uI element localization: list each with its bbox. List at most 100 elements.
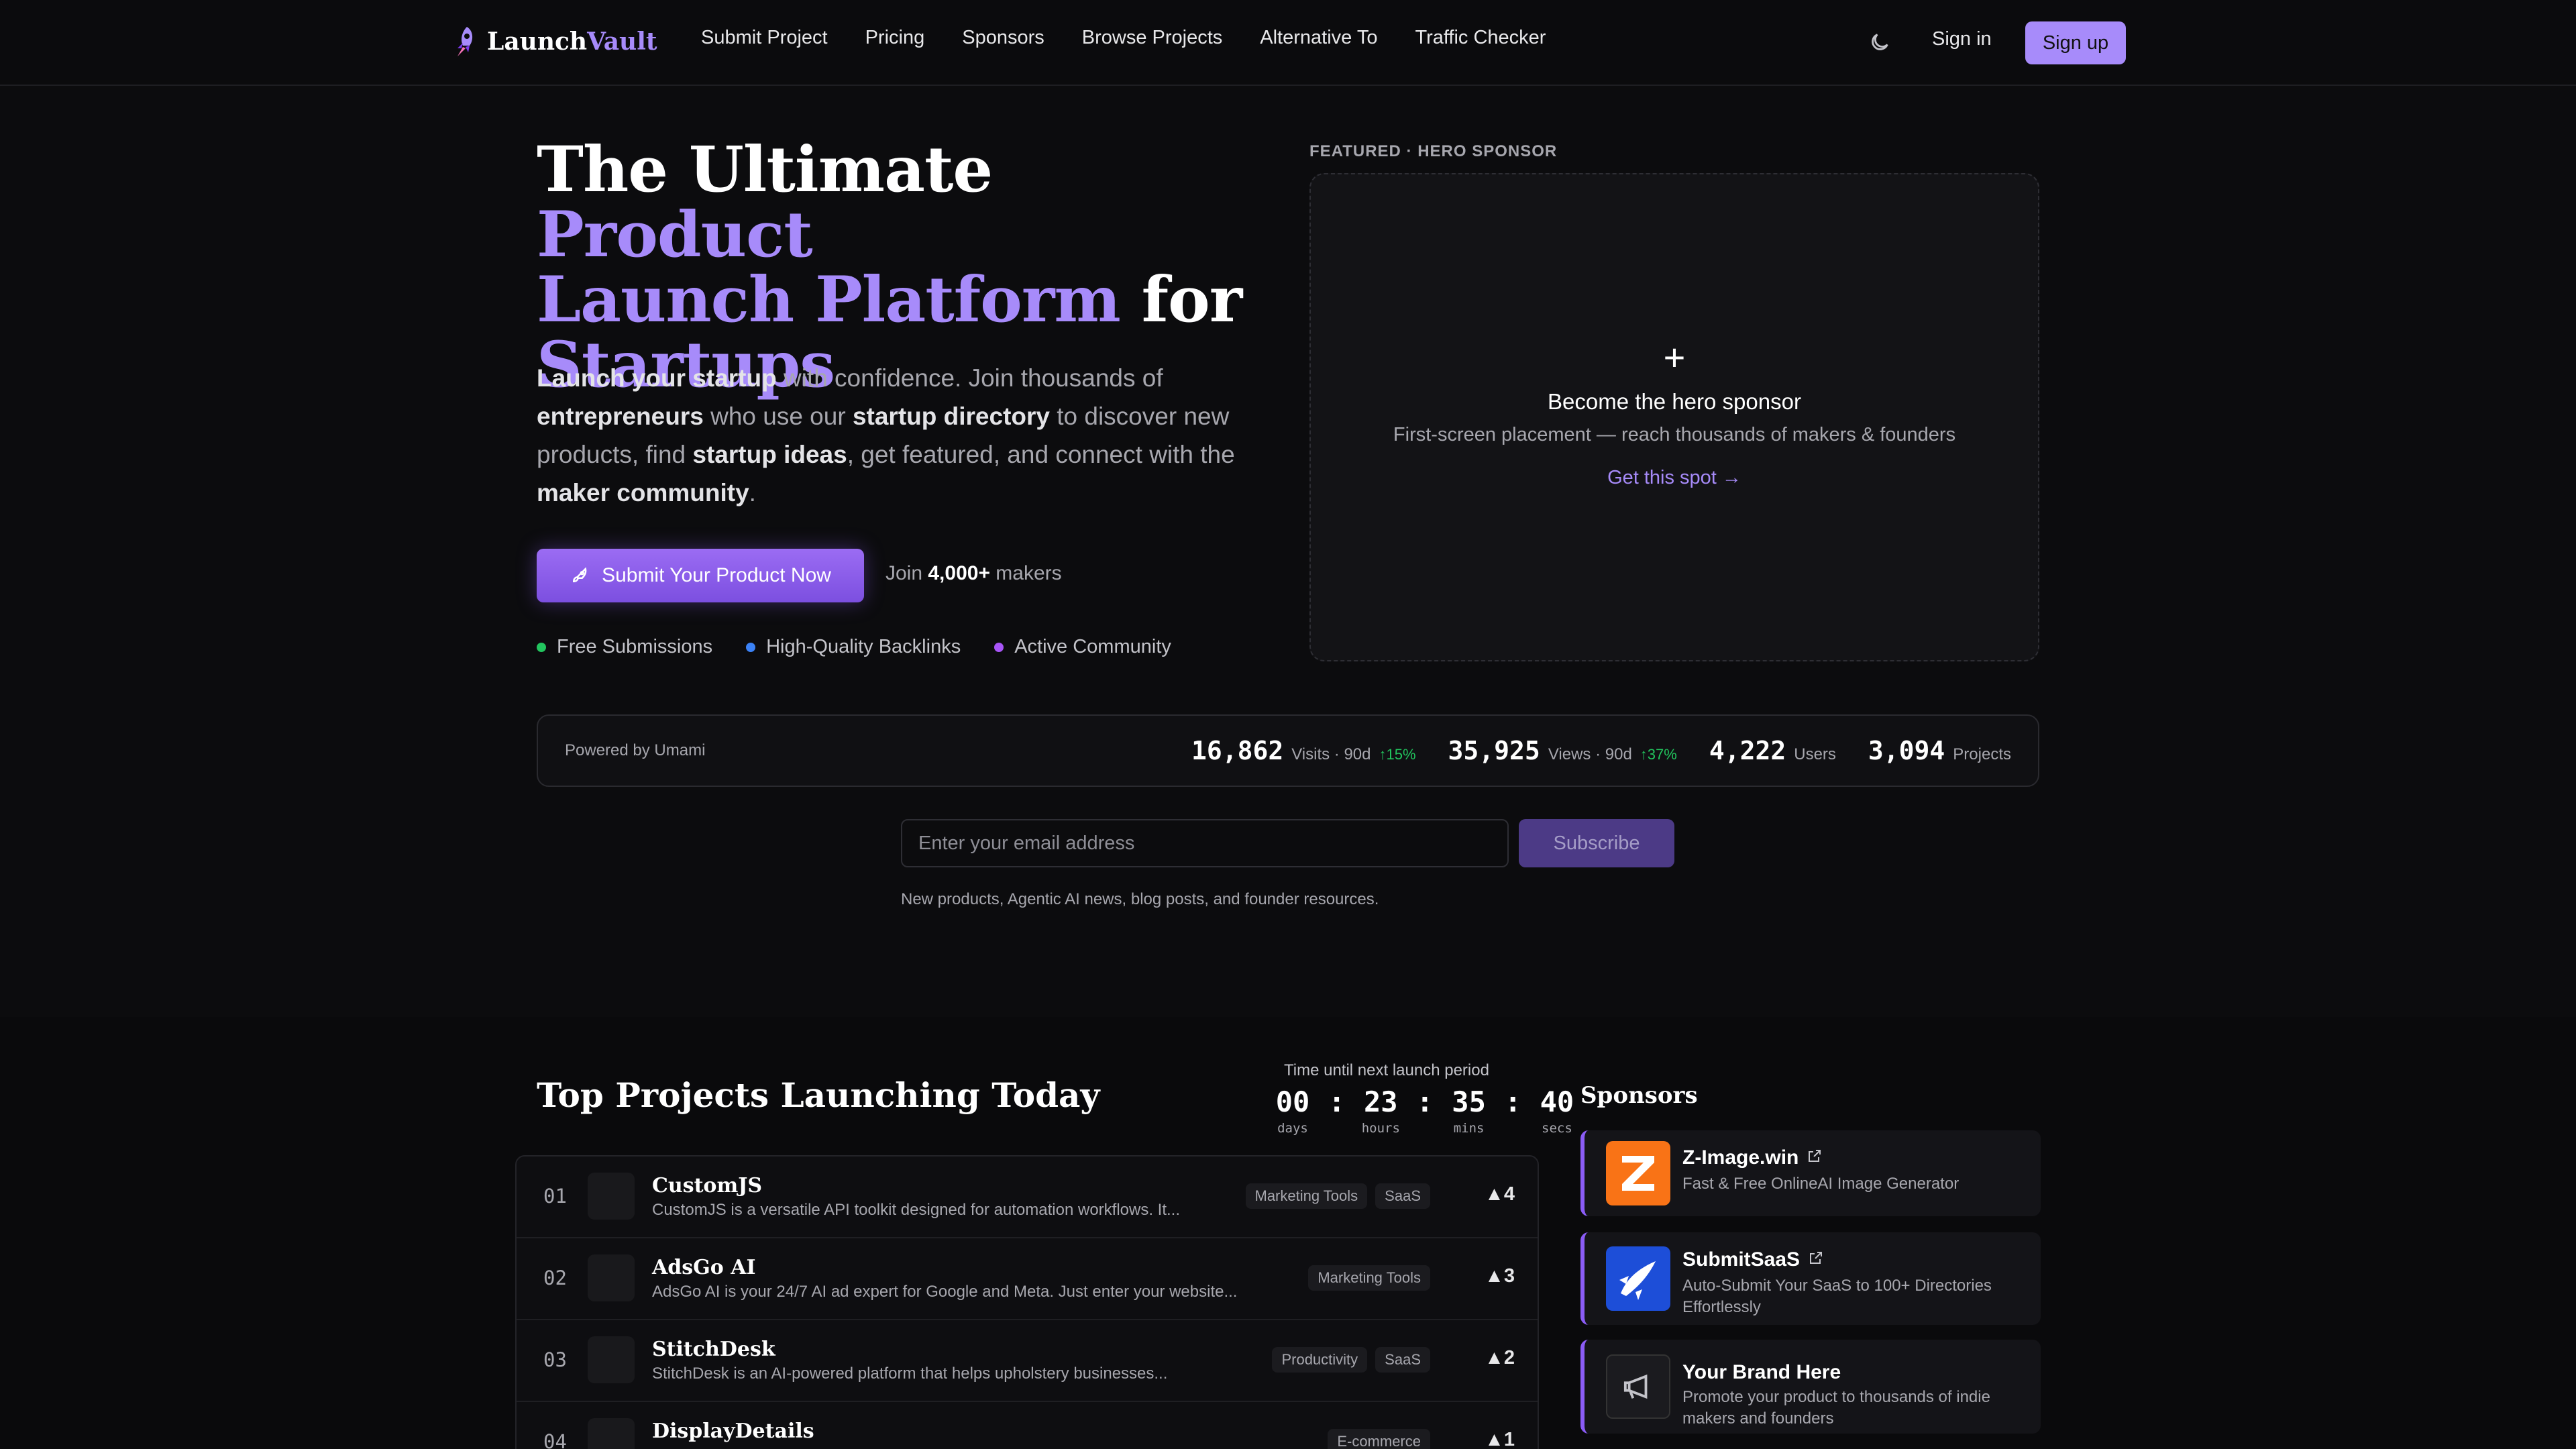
- top-navbar: LaunchVault Submit Project Pricing Sponsor…: [0, 0, 2576, 86]
- category-tag[interactable]: Marketing Tools: [1308, 1265, 1430, 1291]
- project-description: AdsGo AI is your 24/7 AI ad expert for G…: [652, 1283, 1238, 1301]
- category-tag[interactable]: SaaS: [1375, 1347, 1430, 1373]
- table-row[interactable]: 02 AdsGo AI AdsGo AI is your 24/7 AI ad ex…: [517, 1238, 1538, 1320]
- timer-unit-label: hours: [1361, 1121, 1400, 1136]
- timer-value: 23: [1364, 1085, 1398, 1118]
- nav-link-pricing[interactable]: Pricing: [865, 27, 925, 49]
- nav-link-sponsors[interactable]: Sponsors: [962, 27, 1044, 49]
- timer-unit-label: days: [1277, 1121, 1308, 1136]
- email-input[interactable]: Enter your email address: [901, 819, 1509, 867]
- hero-desc-strong: Launch your startup: [537, 364, 777, 392]
- project-rank: 03: [543, 1348, 567, 1371]
- hero-sponsor-subtitle: First-screen placement — reach thousands…: [1393, 424, 1956, 445]
- project-rank: 02: [543, 1267, 567, 1289]
- sign-in-link[interactable]: Sign in: [1932, 28, 1992, 50]
- category-tag[interactable]: Productivity: [1272, 1347, 1368, 1373]
- upvote-button[interactable]: ▲4: [1485, 1183, 1515, 1205]
- logo-text: LaunchVault: [487, 28, 657, 56]
- table-row[interactable]: 01 CustomJS CustomJS is a versatile API to…: [517, 1157, 1538, 1238]
- featured-label: FEATURED · HERO SPONSOR: [1309, 142, 1558, 160]
- project-tags: Marketing Tools SaaS: [1245, 1183, 1430, 1209]
- upvote-button[interactable]: ▲1: [1485, 1429, 1515, 1449]
- upvote-button[interactable]: ▲2: [1485, 1347, 1515, 1369]
- table-row[interactable]: 04 DisplayDetails E-commerce ▲1: [517, 1402, 1538, 1449]
- megaphone-icon: [1623, 1374, 1648, 1399]
- project-tags: Marketing Tools: [1308, 1265, 1430, 1291]
- stat-item: 16,862 Visits · 90d ↑15%: [1191, 736, 1416, 765]
- sponsor-logo: [1606, 1141, 1670, 1205]
- submit-product-button[interactable]: Submit Your Product Now: [537, 549, 864, 602]
- timer-unit-label: mins: [1453, 1121, 1485, 1136]
- feature-bullet-label: High-Quality Backlinks: [766, 636, 961, 657]
- hero-sponsor-title: Become the hero sponsor: [1548, 389, 1801, 414]
- bullet-dot-icon: [537, 642, 546, 652]
- nav-link-alternative-to[interactable]: Alternative To: [1260, 27, 1377, 49]
- upvote-button[interactable]: ▲3: [1485, 1265, 1515, 1287]
- stat-number: 3,094: [1868, 736, 1945, 765]
- hero-desc-strong: entrepreneurs: [537, 402, 704, 430]
- category-tag[interactable]: E-commerce: [1328, 1429, 1430, 1449]
- sponsor-logo: [1606, 1246, 1670, 1311]
- category-tag[interactable]: Marketing Tools: [1245, 1183, 1368, 1209]
- timer-separator: :: [1504, 1085, 1521, 1118]
- sponsor-name-text: Your Brand Here: [1682, 1361, 1841, 1383]
- sponsor-name-text: Z-Image.win: [1682, 1146, 1799, 1169]
- hero-desc-strong: startup directory: [852, 402, 1050, 430]
- z-letter-logo-icon: [1622, 1156, 1654, 1191]
- sponsor-description: Fast & Free OnlineAI Image Generator: [1682, 1175, 1960, 1193]
- nav-link-browse-projects[interactable]: Browse Projects: [1082, 27, 1223, 49]
- timer-unit: 40 secs: [1534, 1085, 1580, 1136]
- hero-desc-text: with confidence. Join thousands of: [776, 364, 1163, 392]
- bullet-dot-icon: [746, 642, 756, 652]
- project-name[interactable]: StitchDesk: [652, 1338, 775, 1361]
- launches-title: Top Projects Launching Today: [537, 1075, 1100, 1115]
- timer-unit-label: secs: [1542, 1121, 1572, 1136]
- stat-number: 35,925: [1448, 736, 1540, 765]
- timer-separator: :: [1328, 1085, 1346, 1118]
- nav-links: Submit Project Pricing Sponsors Browse Proj…: [701, 27, 1546, 49]
- timer-unit: 23 hours: [1357, 1085, 1404, 1136]
- feature-bullets: Free Submissions High-Quality Backlinks Ac…: [537, 636, 1171, 658]
- rocket-logo-icon: [458, 27, 473, 56]
- sponsor-description: Promote your product to thousands of ind…: [1682, 1388, 1990, 1428]
- countdown-timer: 00 days:23 hours:35 mins:40 secs: [1269, 1085, 1580, 1136]
- project-rank: 04: [543, 1430, 567, 1449]
- project-name[interactable]: DisplayDetails: [652, 1419, 814, 1443]
- feature-bullet-label: Free Submissions: [557, 636, 713, 657]
- project-name[interactable]: AdsGo AI: [652, 1256, 756, 1279]
- powered-by-umami[interactable]: Powered by Umami: [565, 741, 705, 760]
- timer-unit: 35 mins: [1446, 1085, 1493, 1136]
- category-tag[interactable]: SaaS: [1375, 1183, 1430, 1209]
- nav-link-submit-project[interactable]: Submit Project: [701, 27, 828, 49]
- project-name[interactable]: CustomJS: [652, 1174, 762, 1197]
- feature-bullet-label: Active Community: [1014, 636, 1171, 657]
- feature-bullet: High-Quality Backlinks: [746, 636, 961, 658]
- subscribe-button[interactable]: Subscribe: [1519, 819, 1674, 867]
- sponsor-name-text: SubmitSaaS: [1682, 1248, 1801, 1271]
- stat-label: Visits · 90d: [1291, 745, 1371, 763]
- sponsor-description: Auto-Submit Your SaaS to 100+ Directorie…: [1682, 1277, 1992, 1316]
- table-row[interactable]: 03 StitchDesk StitchDesk is an AI-powered …: [517, 1320, 1538, 1402]
- sign-up-button[interactable]: Sign up: [2025, 21, 2126, 64]
- hero-desc-text: who use our: [703, 402, 853, 430]
- hero-sponsor-slot[interactable]: + Become the hero sponsor First-screen p…: [1309, 173, 2039, 661]
- moon-theme-toggle-icon[interactable]: [1868, 31, 1891, 54]
- sponsor-card[interactable]: Your Brand Here Promote your product to t…: [1580, 1340, 2041, 1434]
- logo[interactable]: LaunchVault: [451, 25, 657, 58]
- timer-unit: 00 days: [1269, 1085, 1316, 1136]
- nav-link-traffic-checker[interactable]: Traffic Checker: [1415, 27, 1546, 49]
- project-thumbnail: [588, 1254, 635, 1301]
- get-this-spot-link[interactable]: Get this spot →: [1311, 467, 2038, 489]
- hero-desc-strong: startup ideas: [692, 441, 847, 468]
- sponsor-card[interactable]: Z-Image.win Fast & Free OnlineAI Image Ge…: [1580, 1130, 2041, 1216]
- sponsor-name: Your Brand Here: [1682, 1361, 1841, 1384]
- stat-item: 4,222 Users: [1709, 736, 1836, 765]
- stat-number: 16,862: [1191, 736, 1284, 765]
- email-placeholder: Enter your email address: [918, 832, 1135, 854]
- timer-label: Time until next launch period: [1284, 1061, 1489, 1079]
- launch-list: 01 CustomJS CustomJS is a versatile API to…: [515, 1155, 1539, 1449]
- sponsor-card[interactable]: SubmitSaaS Auto-Submit Your SaaS to 100+ …: [1580, 1232, 2041, 1325]
- timer-value: 00: [1275, 1085, 1310, 1118]
- newsletter-note: New products, Agentic AI news, blog post…: [901, 890, 1379, 908]
- feature-bullet: Free Submissions: [537, 636, 712, 658]
